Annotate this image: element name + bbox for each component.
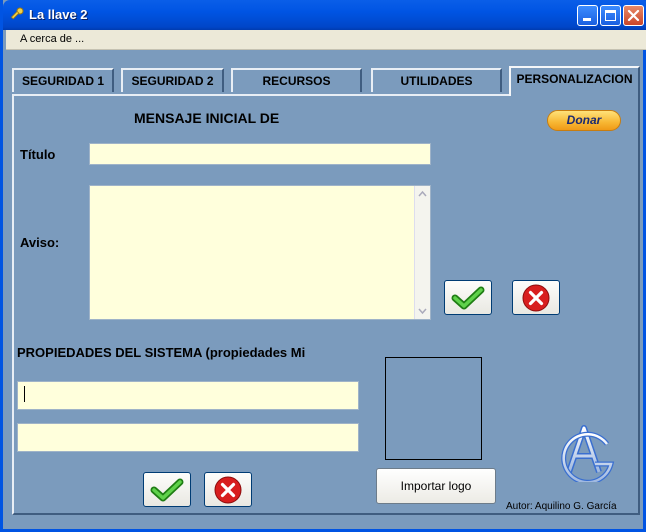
tab-personalizacion[interactable]: PERSONALIZACION [509, 66, 640, 96]
close-icon [627, 9, 640, 22]
propiedades-ok-button[interactable] [143, 472, 191, 507]
window-title: La llave 2 [29, 7, 88, 22]
ag-logo-icon [561, 425, 615, 482]
logo-preview [385, 357, 482, 460]
mensaje-cancel-button[interactable] [512, 280, 560, 315]
checkmark-icon [150, 478, 184, 501]
mensaje-ok-button[interactable] [444, 280, 492, 315]
cancel-icon [214, 476, 242, 503]
scroll-up-icon [418, 190, 427, 197]
propiedades-field-2[interactable] [17, 423, 359, 452]
main-window: La llave 2 A cerca de ... SEGURIDAD 1 SE… [0, 0, 646, 532]
close-button[interactable] [623, 5, 644, 26]
menu-bar: A cerca de ... [6, 30, 646, 50]
panel-top-border [12, 94, 509, 96]
titulo-label: Título [20, 147, 56, 162]
author-label: Autor: Aquilino G. García [506, 501, 617, 512]
donar-button[interactable]: Donar [547, 110, 621, 131]
tab-utilidades[interactable]: UTILIDADES [371, 68, 502, 92]
import-logo-button[interactable]: Importar logo [376, 468, 496, 504]
maximize-icon [605, 10, 616, 21]
mensaje-heading: MENSAJE INICIAL DE [134, 110, 280, 126]
aviso-label: Aviso: [20, 235, 60, 250]
propiedades-cancel-button[interactable] [204, 472, 252, 507]
checkmark-icon [451, 286, 485, 309]
title-bar[interactable]: La llave 2 [3, 0, 646, 30]
aviso-scrollbar[interactable] [414, 186, 430, 319]
scroll-down-icon [418, 308, 427, 315]
maximize-button[interactable] [600, 5, 621, 26]
minimize-icon [583, 18, 591, 21]
tab-seguridad-1[interactable]: SEGURIDAD 1 [12, 68, 114, 92]
tab-seguridad-2[interactable]: SEGURIDAD 2 [121, 68, 224, 92]
text-caret [24, 386, 25, 402]
minimize-button[interactable] [577, 5, 598, 26]
propiedades-heading: PROPIEDADES DEL SISTEMA (propiedades Mi [17, 345, 306, 360]
key-icon [10, 7, 24, 20]
propiedades-field-1[interactable] [17, 381, 359, 410]
cancel-icon [522, 284, 550, 311]
tab-recursos[interactable]: RECURSOS [231, 68, 362, 92]
aviso-textarea[interactable] [89, 185, 431, 320]
menu-about[interactable]: A cerca de ... [20, 33, 84, 45]
titulo-input[interactable] [89, 143, 431, 165]
